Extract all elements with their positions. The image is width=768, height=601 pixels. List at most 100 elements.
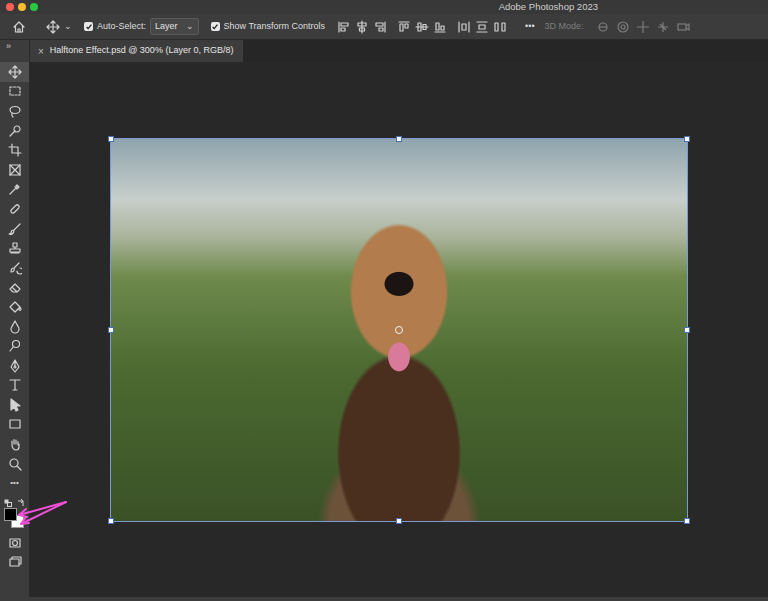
3d-mode-label: 3D Mode: — [545, 20, 584, 34]
close-tab-button[interactable]: × — [38, 44, 44, 59]
home-icon[interactable] — [12, 20, 26, 34]
transform-handle[interactable] — [396, 518, 402, 524]
color-swatches — [0, 493, 29, 533]
3d-mode-icon — [596, 20, 610, 34]
tool-button[interactable] — [0, 376, 29, 396]
status-bar — [0, 597, 768, 601]
rectangle-icon — [8, 417, 22, 431]
bucket-icon — [8, 300, 22, 314]
screen-mode-icon — [8, 555, 22, 569]
transform-controls-checkbox[interactable] — [211, 22, 220, 31]
tool-button[interactable] — [0, 434, 29, 454]
transform-handle[interactable] — [396, 136, 402, 142]
tab-label: Halftone Effect.psd @ 300% (Layer 0, RGB… — [50, 44, 234, 58]
eyedropper-icon — [8, 182, 22, 196]
default-colors-icon[interactable] — [4, 496, 12, 504]
lasso-icon — [8, 104, 22, 118]
dog-photo[interactable] — [110, 138, 688, 522]
crop-icon — [8, 143, 22, 157]
align-icon[interactable] — [493, 20, 507, 34]
zoom-button[interactable] — [30, 3, 38, 11]
tool-button[interactable] — [0, 395, 29, 415]
tool-button[interactable] — [0, 62, 29, 82]
tool-button[interactable] — [0, 199, 29, 219]
document-area: × Halftone Effect.psd @ 300% (Layer 0, RG… — [30, 40, 768, 597]
options-bar: ⌄ Auto-Select: Layer ⌄ Show Transform Contro… — [0, 14, 768, 40]
hand-icon — [8, 437, 22, 451]
edit-toolbar-button[interactable]: ••• — [0, 473, 29, 493]
transform-handle[interactable] — [684, 136, 690, 142]
align-icon[interactable] — [373, 20, 387, 34]
more-options-button[interactable]: ••• — [525, 20, 534, 34]
annotation-arrows — [0, 0, 768, 601]
stamp-icon — [8, 241, 22, 255]
3d-mode-icon — [676, 20, 690, 34]
tool-button[interactable] — [0, 82, 29, 102]
workspace: » ••• × Halftone Effect.psd @ 300% (Layer 0… — [0, 40, 768, 597]
tool-button[interactable] — [0, 238, 29, 258]
transform-controls-label[interactable]: Show Transform Controls — [224, 20, 326, 34]
tab-bar: × Halftone Effect.psd @ 300% (Layer 0, RG… — [30, 40, 768, 62]
tool-button[interactable] — [0, 121, 29, 141]
window-title: Adobe Photoshop 2023 — [499, 0, 598, 14]
dropdown-chevron: ⌄ — [186, 22, 194, 31]
move-icon — [8, 65, 22, 79]
auto-select-value: Layer — [155, 20, 178, 34]
blur-icon — [8, 320, 22, 334]
tool-button[interactable] — [0, 415, 29, 435]
align-icon[interactable] — [475, 20, 489, 34]
tool-button[interactable] — [0, 553, 29, 573]
move-tool-icon[interactable] — [46, 20, 60, 34]
window-controls — [6, 3, 499, 11]
frame-icon — [8, 163, 22, 177]
canvas — [30, 62, 768, 597]
tool-button[interactable] — [0, 278, 29, 298]
auto-select-checkbox[interactable] — [84, 22, 93, 31]
transform-handle[interactable] — [108, 518, 114, 524]
quick-select-icon — [8, 124, 22, 138]
history-brush-icon — [8, 261, 22, 275]
tool-preset-chevron[interactable]: ⌄ — [64, 22, 72, 31]
auto-select-label[interactable]: Auto-Select: — [97, 20, 146, 34]
marquee-icon — [8, 84, 22, 98]
toolbar: » ••• — [0, 40, 30, 597]
3d-mode-icon — [636, 20, 650, 34]
quick-mask-icon — [8, 536, 22, 550]
tool-button[interactable] — [0, 101, 29, 121]
transform-box[interactable] — [110, 138, 688, 522]
align-icon[interactable] — [433, 20, 447, 34]
toolbar-collapse[interactable]: » — [0, 40, 29, 62]
tool-button[interactable] — [0, 454, 29, 474]
tool-button[interactable] — [0, 258, 29, 278]
tool-button[interactable] — [0, 180, 29, 200]
align-icon[interactable] — [355, 20, 369, 34]
reference-point-icon[interactable] — [395, 326, 403, 334]
minimize-button[interactable] — [18, 3, 26, 11]
tool-button[interactable] — [0, 140, 29, 160]
zoom-icon — [8, 457, 22, 471]
align-icon[interactable] — [415, 20, 429, 34]
align-icon[interactable] — [457, 20, 471, 34]
close-button[interactable] — [6, 3, 14, 11]
transform-handle[interactable] — [108, 136, 114, 142]
tool-button[interactable] — [0, 219, 29, 239]
tool-button[interactable] — [0, 533, 29, 553]
align-icon[interactable] — [337, 20, 351, 34]
healing-icon — [8, 202, 22, 216]
swap-colors-icon[interactable] — [17, 496, 25, 504]
document-tab[interactable]: × Halftone Effect.psd @ 300% (Layer 0, RG… — [30, 40, 243, 62]
3d-mode-icon — [656, 20, 670, 34]
transform-handle[interactable] — [108, 327, 114, 333]
align-icon[interactable] — [397, 20, 411, 34]
tool-button[interactable] — [0, 160, 29, 180]
eraser-icon — [8, 280, 22, 294]
transform-handle[interactable] — [684, 518, 690, 524]
dodge-icon — [8, 339, 22, 353]
tool-button[interactable] — [0, 336, 29, 356]
transform-handle[interactable] — [684, 327, 690, 333]
tool-button[interactable] — [0, 297, 29, 317]
tool-button[interactable] — [0, 317, 29, 337]
foreground-color-swatch[interactable] — [4, 508, 17, 521]
auto-select-dropdown[interactable]: Layer ⌄ — [150, 18, 199, 36]
tool-button[interactable] — [0, 356, 29, 376]
